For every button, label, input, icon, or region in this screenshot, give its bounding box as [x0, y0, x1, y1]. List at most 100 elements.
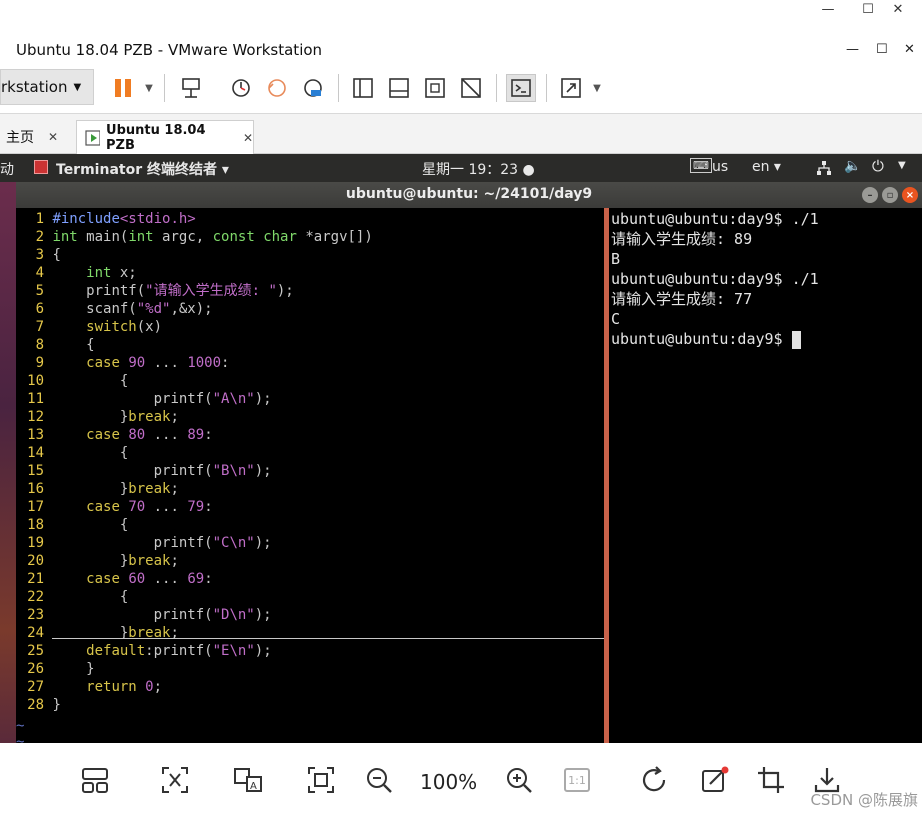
shell-pane[interactable]: ubuntu@ubuntu:day9$ ./1 请输入学生成绩: 89 Bubunt…	[609, 208, 922, 743]
code-token: printf(	[52, 463, 213, 479]
code-line: 1 #include<stdio.h>	[16, 210, 604, 228]
outer-titlebar: — ☐ ✕	[0, 0, 922, 36]
terminal-minimize-button[interactable]: –	[862, 187, 878, 203]
code-token: );	[254, 607, 272, 623]
toolbar-divider	[496, 74, 497, 102]
console-view-icon[interactable]	[506, 74, 536, 102]
code-token: "B\n"	[212, 463, 255, 479]
close-icon[interactable]: ✕	[48, 130, 58, 144]
vm-minimize-button[interactable]: —	[846, 42, 859, 57]
code-token: }	[52, 409, 129, 425]
code-line: 19 printf("C\n");	[16, 534, 604, 552]
line-number: 14	[27, 445, 44, 461]
zoom-in-icon[interactable]	[502, 763, 536, 797]
code-line: 9 case 90 ... 1000:	[16, 354, 604, 372]
shell-line: 请输入学生成绩: 77	[611, 289, 752, 309]
network-icon[interactable]	[816, 160, 832, 176]
editor-pane[interactable]: 1 #include<stdio.h> 2 int main(int argc, …	[16, 208, 608, 750]
empty-line-marker: ~	[16, 718, 25, 734]
keyboard-layout[interactable]: us	[712, 159, 728, 175]
shell-line-text: 请输入学生成绩: 77	[611, 290, 753, 308]
power-icon[interactable]: ⏻	[872, 157, 884, 175]
cursor-line	[52, 638, 608, 639]
vm-close-button[interactable]: ✕	[904, 42, 915, 57]
rotate-icon[interactable]	[638, 763, 672, 797]
line-number: 13	[27, 427, 44, 443]
stretch-dropdown-icon[interactable]: ▼	[582, 74, 612, 102]
code-line: 20 }break;	[16, 552, 604, 570]
code-token: "E\n"	[212, 643, 255, 659]
snapshot-icon[interactable]	[226, 74, 256, 102]
terminal-maximize-button[interactable]: ▫	[882, 187, 898, 203]
code-line: 28 }	[16, 696, 604, 714]
tab-ubuntu-vm[interactable]: Ubuntu 18.04 PZB ✕	[76, 120, 254, 154]
code-token: 1000	[187, 355, 222, 371]
zoom-level: 100%	[420, 770, 478, 794]
snapshot-manager-icon[interactable]	[298, 74, 328, 102]
send-ctrl-alt-del-icon[interactable]	[176, 74, 206, 102]
tab-home[interactable]: 主页 ✕	[6, 120, 58, 154]
code-token: {	[52, 373, 129, 389]
code-token: scanf(	[52, 301, 137, 317]
code-token: int	[86, 265, 112, 281]
shell-line-text: ubuntu@ubuntu:day9$ ./1	[611, 210, 819, 228]
app-menu[interactable]: Terminator 终端终结者 ▾	[56, 159, 229, 179]
code-token: ,&x);	[170, 301, 213, 317]
code-token: ;	[170, 409, 179, 425]
code-token: *argv[])	[296, 229, 373, 245]
zoom-out-icon[interactable]	[362, 763, 396, 797]
code-token: {	[52, 337, 95, 353]
code-token: break	[128, 553, 171, 569]
pause-dropdown-icon[interactable]: ▼	[134, 74, 164, 102]
revert-snapshot-icon[interactable]	[262, 74, 292, 102]
code-line: 3 {	[16, 246, 604, 264]
vm-maximize-button[interactable]: ☐	[876, 42, 888, 57]
code-line: 14 {	[16, 444, 604, 462]
activities-button[interactable]: 动	[0, 159, 14, 179]
sidebar-toggle-icon[interactable]	[348, 74, 378, 102]
full-screen-icon[interactable]	[420, 74, 450, 102]
close-button[interactable]: ✕	[878, 0, 918, 18]
line-number: 8	[35, 337, 44, 353]
shell-line: ubuntu@ubuntu:day9$	[611, 329, 801, 349]
actual-size-icon[interactable]	[304, 763, 338, 797]
translate-icon[interactable]: A	[232, 763, 266, 797]
code-token: );	[254, 463, 272, 479]
line-number: 26	[27, 661, 44, 677]
one-to-one-label: 1:1	[568, 773, 586, 787]
code-token: }	[52, 661, 95, 677]
edit-icon[interactable]	[698, 763, 732, 797]
minimize-button[interactable]: —	[808, 0, 848, 18]
code-line: 12 }break;	[16, 408, 604, 426]
code-token: ...	[145, 499, 188, 515]
vmware-titlebar: Ubuntu 18.04 PZB - VMware Workstation — …	[0, 36, 922, 64]
code-token: ...	[145, 355, 188, 371]
line-number: 9	[35, 355, 44, 371]
unity-mode-icon[interactable]	[456, 74, 486, 102]
line-number: 28	[27, 697, 44, 713]
layout-icon[interactable]	[78, 763, 112, 797]
code-line: 5 printf("请输入学生成绩: ");	[16, 282, 604, 300]
code-line: 11 printf("A\n");	[16, 390, 604, 408]
text-recognition-icon[interactable]	[158, 763, 192, 797]
line-number: 5	[35, 283, 44, 299]
line-number: 2	[35, 229, 44, 245]
terminal-close-button[interactable]: ×	[902, 187, 918, 203]
clock[interactable]: 星期一 19：23 ●	[422, 159, 535, 179]
code-token: }	[52, 697, 61, 713]
thumbnail-bar-icon[interactable]	[384, 74, 414, 102]
close-icon[interactable]: ✕	[243, 131, 253, 145]
ubuntu-top-panel: 动 Terminator 终端终结者 ▾ 星期一 19：23 ● ⌨ us en…	[0, 154, 922, 182]
code-token: "请输入学生成绩: "	[145, 283, 277, 299]
keyboard-icon: ⌨	[690, 158, 712, 173]
volume-icon[interactable]: 🔈	[844, 158, 861, 174]
crop-icon[interactable]	[754, 763, 788, 797]
toolbar-divider	[546, 74, 547, 102]
workstation-menu[interactable]: rkstation ▼	[0, 69, 94, 105]
one-to-one-icon[interactable]: 1:1	[560, 763, 594, 797]
language-menu[interactable]: en ▾	[752, 159, 781, 175]
chevron-down-icon: ▼	[73, 81, 82, 93]
